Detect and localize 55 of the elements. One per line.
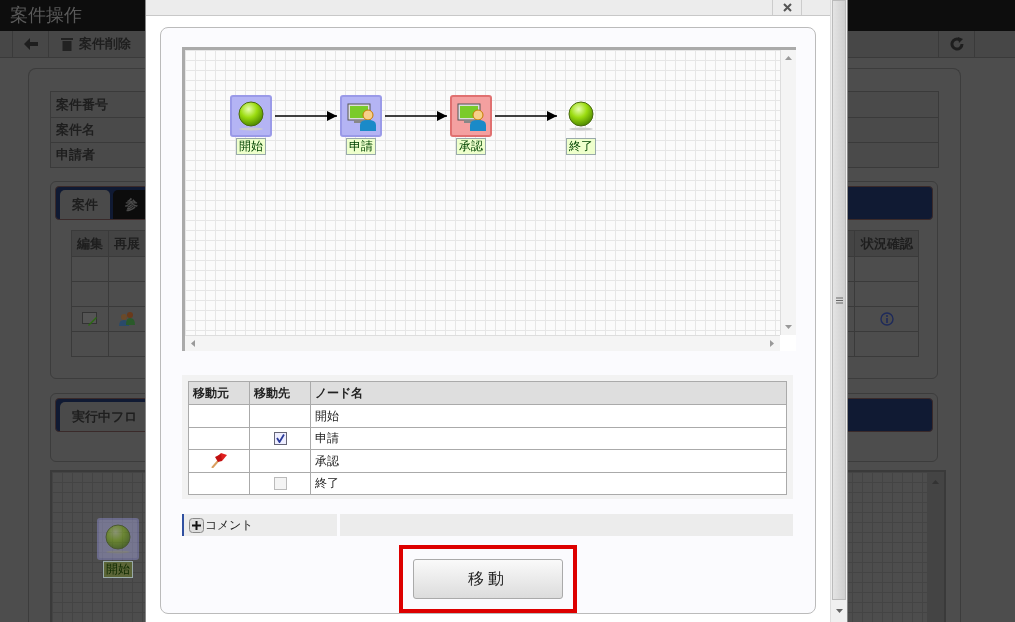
user-computer-icon bbox=[346, 101, 376, 131]
table-cell-text: 終了 bbox=[314, 475, 340, 493]
table-row[interactable]: 申請 bbox=[189, 426, 786, 449]
node-label: 開始 bbox=[103, 561, 133, 578]
sphere-icon bbox=[237, 101, 265, 131]
scrollbar[interactable] bbox=[927, 472, 944, 622]
user-computer-icon bbox=[456, 101, 486, 131]
move-button[interactable]: 移動 bbox=[412, 559, 563, 599]
edit-icon[interactable] bbox=[82, 312, 98, 326]
down-arrow-icon[interactable] bbox=[835, 609, 843, 613]
plus-icon bbox=[189, 517, 204, 533]
comment-toggle[interactable]: コメント bbox=[182, 514, 337, 536]
scrollbar[interactable] bbox=[830, 0, 847, 622]
table-cell-text: 開始 bbox=[314, 407, 340, 425]
connector-arrow bbox=[385, 110, 447, 122]
node-label: 承認 bbox=[456, 138, 486, 155]
flow-node[interactable] bbox=[340, 95, 382, 137]
table-row[interactable]: 開始 bbox=[189, 404, 786, 427]
back-button[interactable] bbox=[12, 31, 49, 57]
checkbox[interactable] bbox=[273, 476, 287, 490]
close-button[interactable] bbox=[772, 0, 802, 15]
table-cell-text: 申請 bbox=[314, 430, 340, 448]
flow-node[interactable] bbox=[450, 95, 492, 137]
flow-node[interactable] bbox=[230, 95, 272, 137]
users-icon[interactable] bbox=[118, 311, 136, 327]
page-title: 案件操作 bbox=[10, 4, 82, 27]
close-icon bbox=[782, 3, 792, 12]
up-arrow-icon[interactable] bbox=[785, 56, 792, 60]
refresh-button[interactable] bbox=[938, 31, 975, 57]
checkbox[interactable] bbox=[273, 431, 287, 445]
connector-arrow bbox=[495, 110, 557, 122]
node-label: 開始 bbox=[236, 138, 266, 155]
right-arrow-icon[interactable] bbox=[770, 340, 774, 347]
sphere-icon bbox=[567, 101, 595, 131]
trash-icon bbox=[61, 37, 73, 51]
column-header: ノード名 bbox=[314, 385, 364, 402]
node-label: 終了 bbox=[566, 138, 596, 155]
grip-icon bbox=[835, 296, 843, 304]
sphere-icon bbox=[104, 524, 132, 554]
info-icon[interactable] bbox=[879, 312, 894, 326]
down-arrow-icon[interactable] bbox=[785, 325, 792, 329]
column-header: 移動先 bbox=[250, 382, 311, 404]
table-row[interactable]: 承認 bbox=[189, 449, 786, 472]
scrollbar[interactable] bbox=[780, 50, 796, 335]
left-arrow-icon bbox=[23, 38, 38, 50]
refresh-icon bbox=[949, 37, 964, 51]
table-cell-text: 承認 bbox=[314, 452, 340, 470]
node-label: 申請 bbox=[346, 138, 376, 155]
left-arrow-icon[interactable] bbox=[191, 340, 195, 347]
scrollbar[interactable] bbox=[185, 335, 780, 351]
column-header: 移動元 bbox=[189, 382, 250, 404]
table-row[interactable]: 終了 bbox=[189, 471, 786, 494]
connector-arrow bbox=[275, 110, 337, 122]
scroll-thumb[interactable] bbox=[832, 0, 846, 600]
scrollbar-corner bbox=[780, 335, 796, 351]
